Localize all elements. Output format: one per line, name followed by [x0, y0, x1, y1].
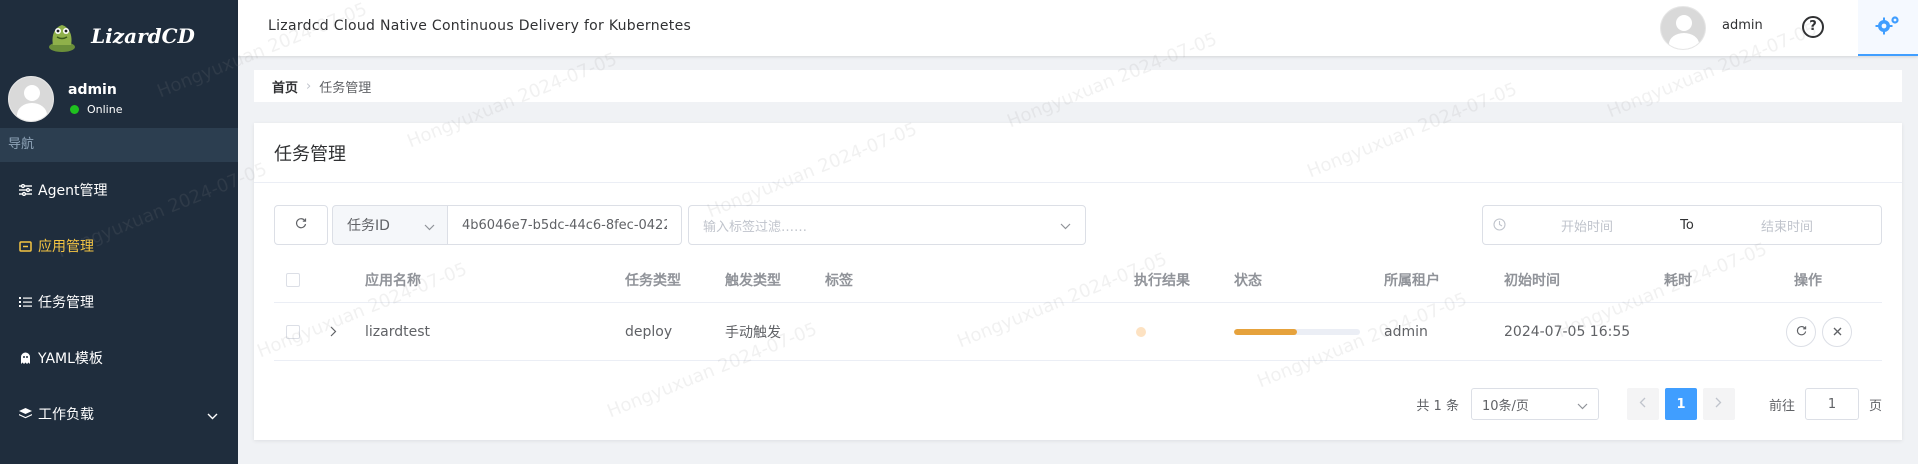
col-trigger-type: 触发类型 [725, 273, 781, 289]
page-size-select[interactable]: 10条/页 [1470, 388, 1599, 420]
sidebar-item-app[interactable]: 应用管理 [0, 218, 238, 274]
settings-button[interactable] [1858, 0, 1918, 56]
chevron-down-icon [1577, 399, 1588, 414]
goto-label: 前往 [1768, 398, 1795, 414]
result-status-dot [1136, 326, 1146, 337]
sidebar-item-label: YAML模板 [38, 351, 103, 367]
close-icon [1833, 324, 1842, 340]
sidebar-item-agent[interactable]: Agent管理 [0, 162, 238, 218]
top-user-name[interactable]: admin [1722, 18, 1763, 33]
sidebar-item-yaml[interactable]: YAML模板 [0, 330, 238, 386]
list-icon [18, 295, 32, 309]
search-type-value: 任务ID [347, 218, 390, 234]
prev-page-button[interactable] [1626, 388, 1659, 420]
tag-filter-placeholder: 输入标签过滤…… [703, 219, 808, 235]
sidebar: LizardCD admin Online 导航 Agent管理 应用管理 任务… [0, 0, 238, 464]
chevron-right-icon [1715, 397, 1722, 412]
breadcrumb: 首页 › 任务管理 [254, 70, 1902, 102]
sidebar-user-panel: admin Online [0, 72, 238, 126]
breadcrumb-home[interactable]: 首页 [272, 77, 298, 96]
select-all-checkbox[interactable] [286, 273, 300, 287]
col-actions: 操作 [1794, 273, 1822, 289]
task-id-input[interactable] [448, 205, 682, 245]
app-icon [18, 239, 32, 253]
cancel-button[interactable] [1822, 316, 1852, 347]
table-row: lizardtest deploy 手动触发 admin 2024-07-05 … [274, 303, 1882, 361]
ghost-icon [18, 351, 32, 365]
logo[interactable]: LizardCD [0, 0, 238, 72]
sidebar-item-label: 任务管理 [38, 295, 94, 311]
row-app-name[interactable]: lizardtest [365, 303, 430, 360]
task-progress-bar [1234, 328, 1360, 335]
page-number-button[interactable]: 1 [1664, 388, 1697, 420]
chevron-down-icon [424, 219, 435, 235]
col-tags: 标签 [825, 273, 853, 289]
sidebar-item-label: 工作负载 [38, 407, 94, 423]
goto-page-input[interactable] [1804, 388, 1859, 420]
tag-filter-select[interactable]: 输入标签过滤…… [688, 205, 1086, 245]
col-status: 状态 [1234, 273, 1262, 289]
online-dot-icon [70, 105, 79, 114]
date-end-input[interactable]: 结束时间 [1707, 216, 1867, 235]
refresh-icon [1796, 324, 1807, 340]
table-header: 应用名称 任务类型 触发类型 标签 执行结果 状态 所属租户 初始时间 耗时 操… [274, 258, 1882, 303]
chevron-down-icon [207, 408, 218, 424]
date-range-separator: To [1680, 217, 1694, 233]
pagination-total: 共 1 条 [1416, 398, 1459, 414]
task-table: 应用名称 任务类型 触发类型 标签 执行结果 状态 所属租户 初始时间 耗时 操… [274, 258, 1882, 361]
topbar: Lizardcd Cloud Native Continuous Deliver… [238, 0, 1918, 56]
online-status-label: Online [87, 103, 123, 116]
layers-icon [18, 407, 32, 421]
refresh-button[interactable] [274, 205, 328, 245]
avatar [8, 76, 54, 122]
sliders-icon [18, 183, 32, 197]
lizard-logo-icon [43, 17, 81, 55]
clock-icon [1493, 218, 1507, 232]
breadcrumb-current: 任务管理 [319, 80, 372, 96]
sidebar-item-task[interactable]: 任务管理 [0, 274, 238, 330]
col-duration: 耗时 [1664, 273, 1692, 289]
col-tenant: 所属租户 [1384, 273, 1440, 289]
sidebar-item-label: 应用管理 [38, 239, 94, 255]
page-title: 任务管理 [254, 123, 1902, 183]
search-type-select[interactable]: 任务ID [332, 205, 448, 245]
expand-row-icon[interactable] [330, 303, 337, 360]
sidebar-user-name: admin [68, 82, 117, 98]
date-start-input[interactable]: 开始时间 [1507, 216, 1667, 235]
col-task-type: 任务类型 [625, 273, 681, 289]
page-size-value: 10条/页 [1481, 398, 1529, 414]
question-icon[interactable]: ? [1802, 16, 1824, 38]
row-start-time: 2024-07-05 16:55 [1504, 323, 1631, 340]
logo-text: LizardCD [91, 24, 195, 48]
col-app-name: 应用名称 [365, 273, 421, 289]
row-task-type: deploy [625, 323, 673, 340]
top-avatar[interactable] [1660, 6, 1706, 50]
chevron-left-icon [1639, 397, 1646, 412]
retry-button[interactable] [1786, 316, 1816, 347]
nav-header: 导航 [0, 128, 238, 162]
col-result: 执行结果 [1134, 273, 1190, 289]
app-title: Lizardcd Cloud Native Continuous Deliver… [268, 18, 692, 34]
task-card: 任务管理 任务ID 输入标签过滤…… 开始时间 To 结束时间 [254, 123, 1902, 440]
sidebar-item-label: Agent管理 [38, 183, 108, 199]
row-tenant: admin [1384, 323, 1428, 340]
next-page-button[interactable] [1702, 388, 1735, 420]
date-range-picker[interactable]: 开始时间 To 结束时间 [1482, 205, 1882, 245]
breadcrumb-separator-icon: › [306, 78, 312, 94]
row-checkbox[interactable] [286, 324, 300, 339]
filter-bar: 任务ID 输入标签过滤…… 开始时间 To 结束时间 [274, 205, 1882, 245]
pagination: 共 1 条 10条/页 1 前往 页 [1416, 387, 1882, 421]
col-start-time: 初始时间 [1504, 273, 1560, 289]
refresh-icon [295, 217, 307, 233]
row-trigger-type: 手动触发 [725, 324, 781, 341]
online-status: Online [68, 103, 122, 116]
chevron-down-icon [1060, 219, 1071, 234]
goto-suffix: 页 [1868, 398, 1882, 414]
task-progress-fill [1234, 328, 1297, 335]
gears-icon [1875, 14, 1901, 40]
sidebar-item-workload[interactable]: 工作负载 [0, 386, 238, 442]
